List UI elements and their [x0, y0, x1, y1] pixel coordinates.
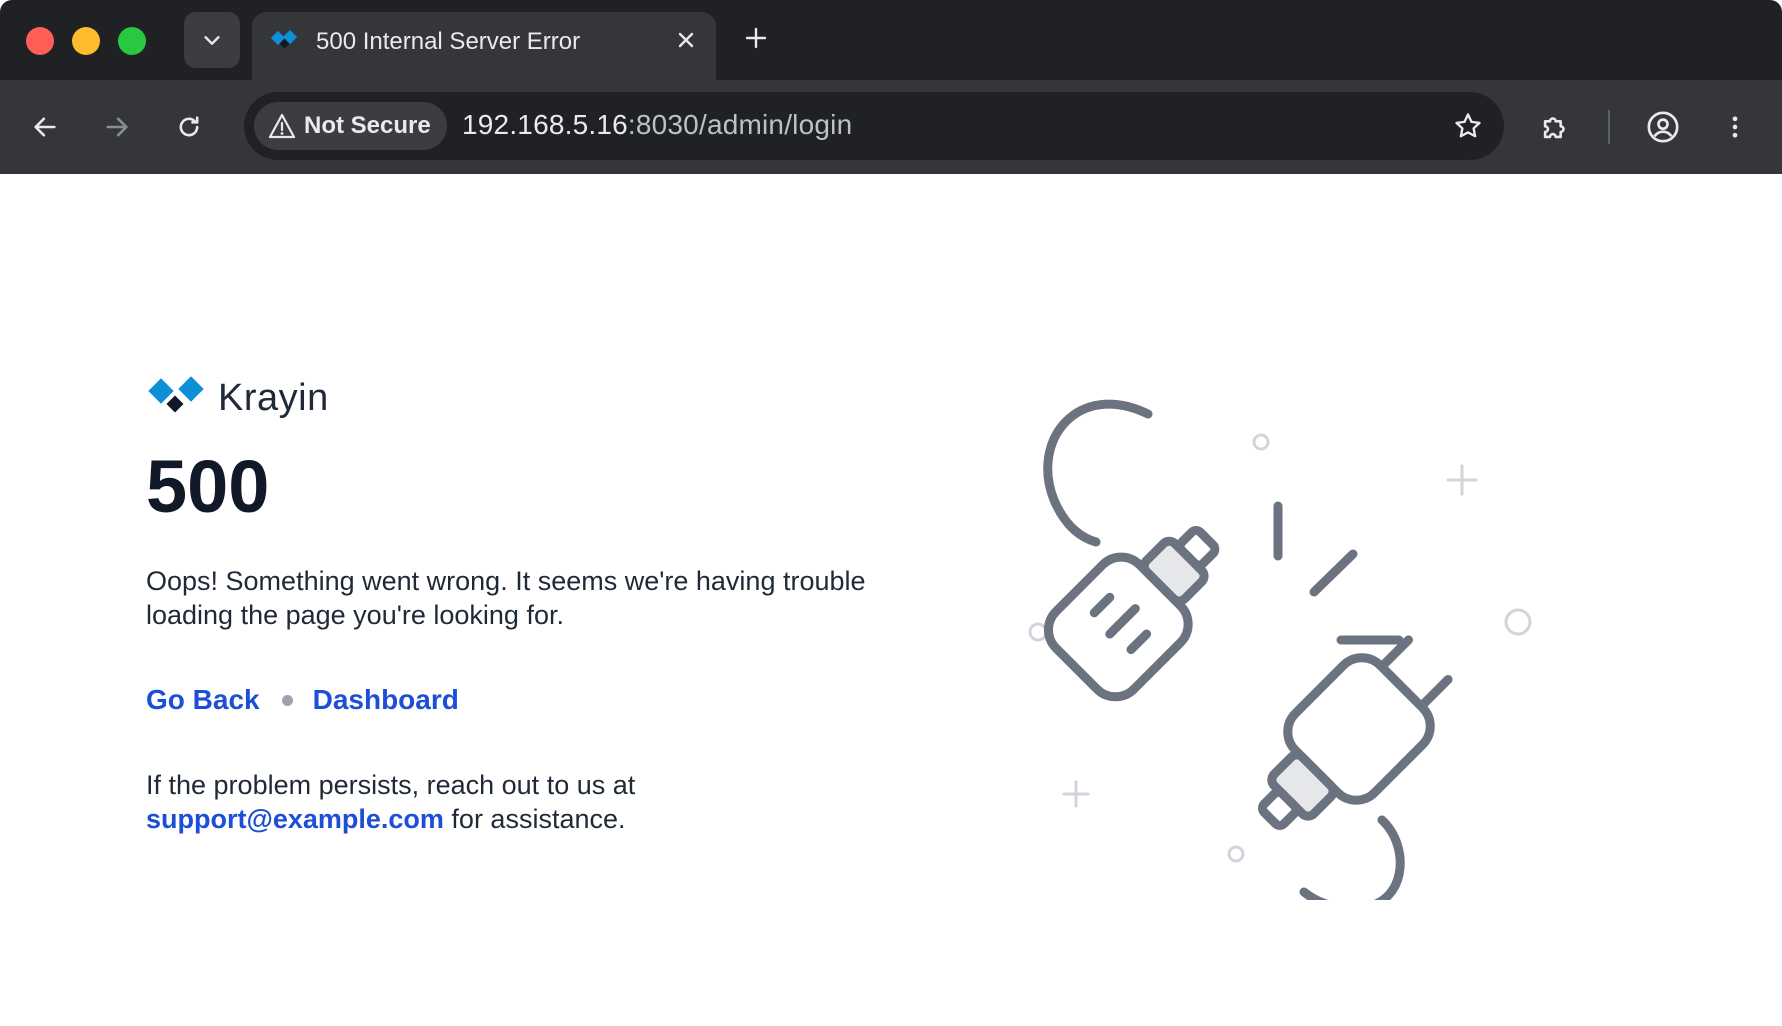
address-bar[interactable]: Not Secure 192.168.5.16:8030/admin/login — [244, 92, 1504, 160]
browser-window: 500 Internal Server Error Not Secure 192… — [0, 0, 1782, 1026]
close-icon — [678, 32, 694, 48]
brand-name: Krayin — [218, 376, 329, 419]
brand: Krayin — [146, 374, 906, 422]
tab-title: 500 Internal Server Error — [316, 28, 581, 55]
profile-button[interactable] — [1640, 104, 1686, 150]
page-content: Krayin 500 Oops! Something went wrong. I… — [0, 174, 1782, 1026]
close-window-button[interactable] — [26, 27, 54, 55]
support-prefix: If the problem persists, reach out to us… — [146, 770, 636, 800]
profile-icon — [1647, 111, 1679, 143]
warning-icon — [268, 113, 296, 139]
back-button[interactable] — [22, 104, 68, 150]
browser-toolbar: Not Secure 192.168.5.16:8030/admin/login — [0, 80, 1782, 174]
forward-icon — [106, 117, 128, 137]
reload-button[interactable] — [166, 104, 212, 150]
site-info-chip[interactable]: Not Secure — [254, 102, 447, 150]
error-message: Oops! Something went wrong. It seems we'… — [146, 566, 866, 630]
separator-dot — [281, 694, 293, 706]
krayin-logo-icon — [148, 376, 204, 413]
extensions-button[interactable] — [1532, 104, 1578, 150]
support-email-link[interactable]: support@example.com — [146, 804, 444, 834]
new-tab-icon — [745, 27, 767, 49]
support-text: If the problem persists, reach out to us… — [146, 768, 866, 836]
go-back-link[interactable]: Go Back — [146, 684, 260, 716]
krayin-favicon-icon — [270, 30, 298, 49]
tab-close-button[interactable] — [670, 24, 702, 56]
bookmark-button[interactable] — [1446, 104, 1490, 148]
minimize-window-button[interactable] — [72, 27, 100, 55]
error-content: Krayin 500 Oops! Something went wrong. I… — [146, 374, 906, 836]
unplugged-cable-illustration — [1028, 399, 1532, 900]
more-vert-icon — [1732, 116, 1738, 138]
url-text[interactable]: 192.168.5.16:8030/admin/login — [462, 109, 852, 141]
url-path: :8030/admin/login — [627, 109, 853, 140]
security-label: Not Secure — [304, 112, 431, 139]
menu-button[interactable] — [1712, 104, 1758, 150]
tab-strip: 500 Internal Server Error — [0, 0, 1782, 80]
forward-button[interactable] — [94, 104, 140, 150]
action-links: Go Back Dashboard — [146, 684, 906, 716]
reload-icon — [179, 116, 199, 137]
tab-active[interactable]: 500 Internal Server Error — [252, 12, 716, 80]
bookmark-star-icon — [1455, 113, 1481, 138]
dashboard-link[interactable]: Dashboard — [313, 684, 459, 716]
chevron-down-icon — [204, 36, 220, 45]
toolbar-divider — [1608, 110, 1610, 144]
tab-search-button[interactable] — [184, 12, 240, 68]
back-icon — [34, 117, 56, 137]
error-code: 500 — [146, 445, 270, 528]
maximize-window-button[interactable] — [118, 27, 146, 55]
support-suffix: for assistance. — [451, 804, 626, 834]
url-host: 192.168.5.16 — [462, 109, 628, 140]
new-tab-button[interactable] — [738, 20, 774, 56]
extensions-icon — [1543, 117, 1565, 139]
